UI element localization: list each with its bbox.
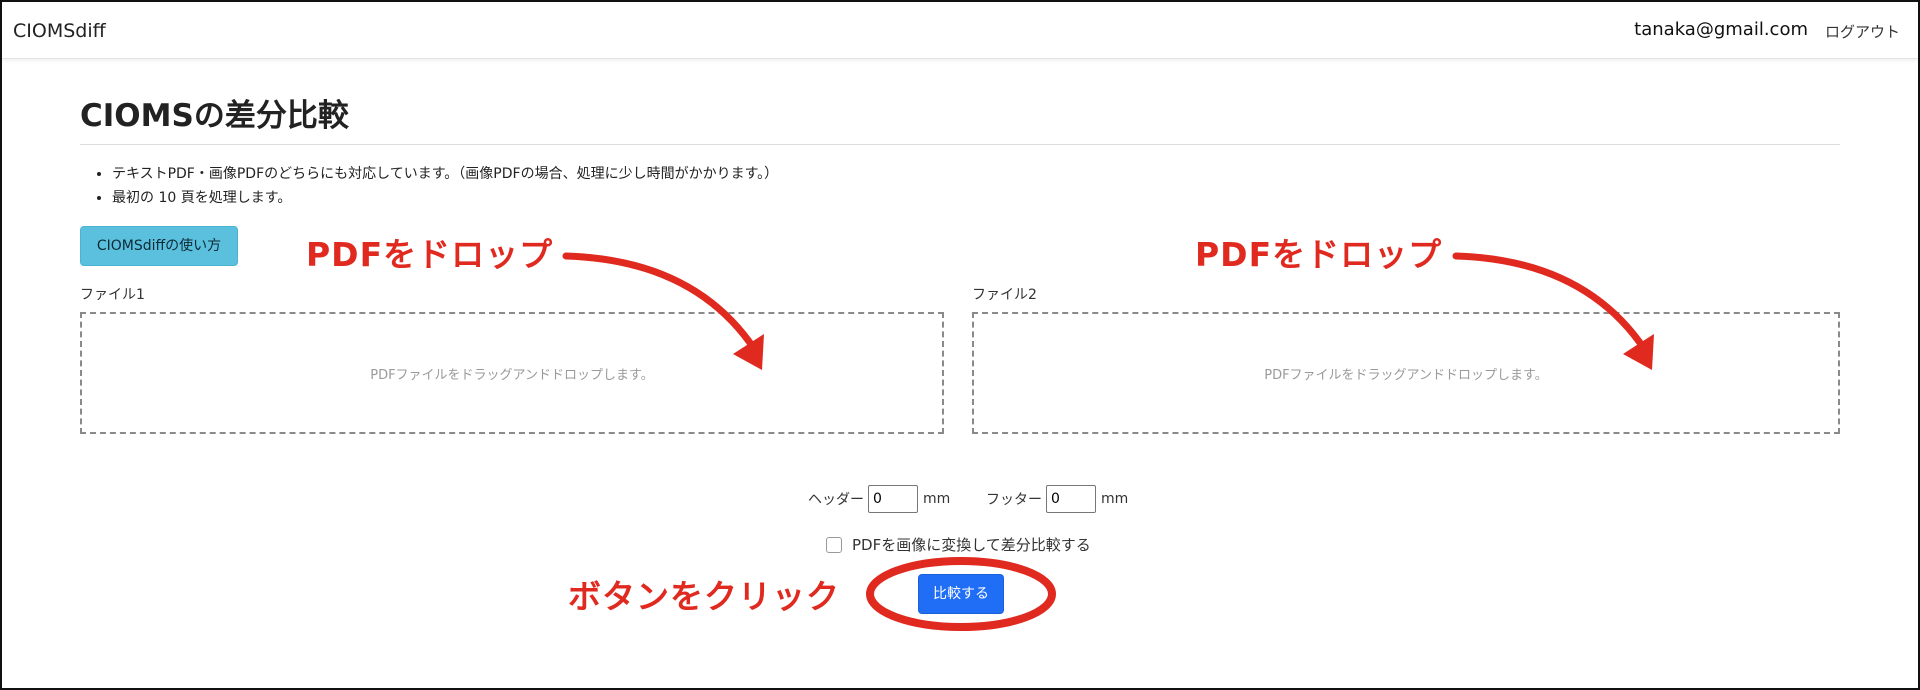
file2-dropzone-text: PDFファイルをドラッグアンドドロップします。	[1264, 367, 1548, 383]
compare-button[interactable]: 比較する	[918, 574, 1004, 614]
info-item: テキストPDF・画像PDFのどちらにも対応しています。（画像PDFの場合、処理に…	[112, 162, 778, 186]
navbar: CIOMSdiff tanaka@gmail.com ログアウト	[2, 2, 1918, 59]
drop-hint-annotation-1: PDFをドロップ	[306, 235, 554, 274]
file2-label: ファイル2	[972, 287, 1037, 303]
convert-checkbox-label[interactable]: PDFを画像に変換して差分比較する	[852, 534, 1091, 555]
info-list: テキストPDF・画像PDFのどちらにも対応しています。（画像PDFの場合、処理に…	[92, 162, 778, 210]
footer-label: フッター	[986, 492, 1042, 508]
page-title: CIOMSの差分比較	[80, 98, 349, 134]
file1-dropzone-text: PDFファイルをドラッグアンドドロップします。	[370, 367, 654, 383]
howto-button[interactable]: CIOMSdiffの使い方	[80, 226, 238, 266]
footer-unit: mm	[1101, 491, 1129, 507]
file2-dropzone[interactable]: PDFファイルをドラッグアンドドロップします。	[972, 312, 1840, 434]
user-email: tanaka@gmail.com	[1634, 19, 1808, 40]
convert-checkbox[interactable]	[826, 536, 842, 553]
header-unit: mm	[923, 491, 951, 507]
footer-input[interactable]	[1046, 485, 1096, 513]
drop-hint-annotation-2: PDFをドロップ	[1195, 235, 1443, 274]
file1-dropzone[interactable]: PDFファイルをドラッグアンドドロップします。	[80, 312, 944, 434]
convert-option: PDFを画像に変換して差分比較する	[826, 534, 1091, 555]
header-option: ヘッダー mm	[808, 484, 950, 514]
brand-link[interactable]: CIOMSdiff	[13, 20, 106, 42]
info-item: 最初の 10 頁を処理します。	[112, 186, 778, 210]
click-hint-annotation: ボタンをクリック	[568, 577, 840, 616]
file1-label: ファイル1	[80, 287, 145, 303]
header-input[interactable]	[868, 485, 918, 513]
footer-option: フッター mm	[986, 484, 1128, 514]
logout-link[interactable]: ログアウト	[1825, 21, 1900, 42]
header-label: ヘッダー	[808, 492, 864, 508]
title-divider	[80, 144, 1840, 145]
